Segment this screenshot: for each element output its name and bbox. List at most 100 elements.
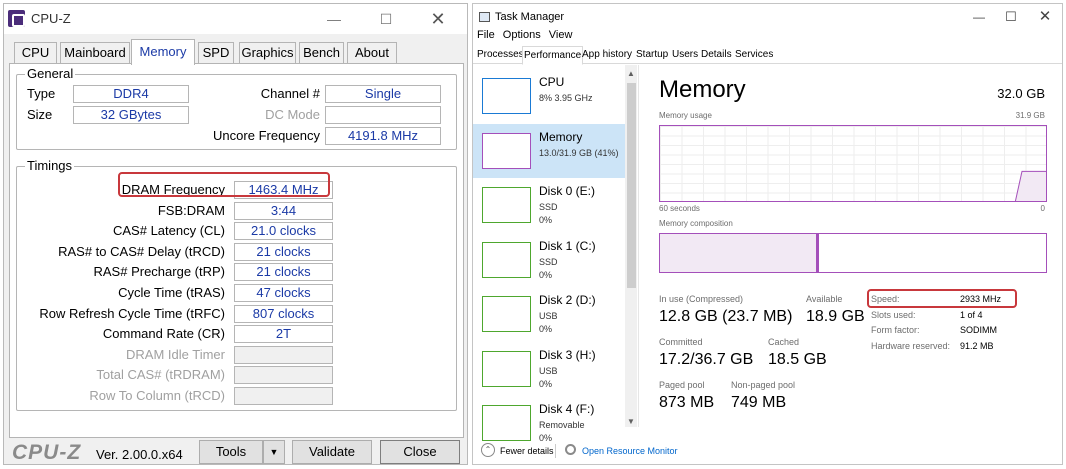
timing-value: 21 clocks bbox=[234, 263, 333, 282]
tab-about[interactable]: About bbox=[347, 42, 397, 64]
tab-graphics[interactable]: Graphics bbox=[239, 42, 296, 64]
sidebar-thumbnail bbox=[482, 296, 531, 332]
chevron-up-icon[interactable]: ⌃ bbox=[481, 443, 495, 457]
in-use-label: In use (Compressed) bbox=[659, 294, 744, 304]
composition-modified bbox=[817, 234, 819, 272]
size-label: Size bbox=[27, 107, 53, 122]
sidebar-thumbnail bbox=[482, 78, 531, 114]
detail-value: SODIMM bbox=[960, 325, 997, 335]
minimize-icon[interactable]: — bbox=[314, 8, 354, 30]
cached-label: Cached bbox=[768, 337, 800, 347]
timing-value: 807 clocks bbox=[234, 304, 333, 323]
close-button[interactable]: Close bbox=[380, 440, 460, 464]
close-icon[interactable]: ✕ bbox=[418, 8, 458, 30]
sidebar-thumbnail bbox=[482, 350, 531, 387]
sidebar-item[interactable]: Disk 2 (D:) USB 0% bbox=[473, 287, 625, 341]
sidebar-item-name: Memory bbox=[539, 129, 583, 144]
timing-label: DRAM Idle Timer bbox=[126, 346, 225, 362]
timing-label: Cycle Time (tRAS) bbox=[118, 285, 225, 300]
menu-options[interactable]: Options bbox=[503, 29, 541, 41]
sidebar-item-detail: USB bbox=[539, 311, 558, 321]
sidebar-item[interactable]: CPU 8% 3.95 GHz bbox=[473, 69, 625, 123]
menu-file[interactable]: File bbox=[477, 29, 495, 41]
speed-highlight bbox=[867, 289, 1017, 308]
sidebar-item[interactable]: Memory 13.0/31.9 GB (41%) bbox=[473, 123, 625, 178]
sidebar-item-detail: 8% 3.95 GHz bbox=[539, 93, 593, 103]
tab-details[interactable]: Details bbox=[701, 48, 732, 62]
memory-heading: Memory bbox=[659, 76, 746, 103]
dram-frequency-highlight bbox=[118, 172, 330, 197]
detail-value: 1 of 4 bbox=[960, 309, 983, 320]
tab-startup[interactable]: Startup bbox=[636, 48, 668, 62]
tab-users[interactable]: Users bbox=[672, 48, 698, 62]
fewer-details-link[interactable]: Fewer details bbox=[500, 446, 554, 456]
general-group-title: General bbox=[25, 66, 76, 81]
in-use-value: 12.8 GB (23.7 MB) bbox=[659, 308, 793, 325]
detail-value: 91.2 MB bbox=[960, 340, 994, 351]
cpuz-footer: CPU-Z Ver. 2.00.0.x64 Tools ▼ Validate C… bbox=[4, 438, 467, 464]
resource-monitor-icon bbox=[565, 444, 576, 455]
tab-performance[interactable]: Performance bbox=[522, 46, 584, 65]
non-paged-pool-label: Non-paged pool bbox=[731, 380, 796, 390]
non-paged-pool-value: 749 MB bbox=[731, 394, 787, 411]
tools-button[interactable]: Tools bbox=[199, 440, 263, 464]
tab-memory[interactable]: Memory bbox=[131, 39, 195, 65]
tab-cpu[interactable]: CPU bbox=[14, 42, 57, 64]
sidebar-item[interactable]: Disk 1 (C:) SSD 0% bbox=[473, 233, 625, 287]
tab-services[interactable]: Services bbox=[735, 48, 773, 62]
tab-app-history[interactable]: App history bbox=[582, 48, 632, 62]
channel-value: Single bbox=[325, 85, 441, 103]
committed-label: Committed bbox=[659, 337, 703, 347]
sidebar-item-name: Disk 2 (D:) bbox=[539, 293, 596, 307]
dc-mode-label: DC Mode bbox=[265, 107, 320, 122]
tools-dropdown-arrow[interactable]: ▼ bbox=[263, 440, 285, 464]
scroll-down-icon[interactable]: ▼ bbox=[625, 415, 637, 429]
sidebar-item-name: Disk 0 (E:) bbox=[539, 184, 596, 198]
type-value: DDR4 bbox=[73, 85, 189, 103]
uncore-frequency-label: Uncore Frequency bbox=[213, 128, 320, 143]
channel-label: Channel # bbox=[260, 86, 320, 101]
cpuz-window-title: CPU-Z bbox=[31, 11, 71, 26]
timing-label: FSB:DRAM bbox=[157, 202, 225, 218]
sidebar-item-percent: 0% bbox=[539, 215, 553, 225]
tab-processes[interactable]: Processes bbox=[477, 48, 524, 62]
sidebar-item-detail: Removable bbox=[539, 420, 585, 430]
tab-bench[interactable]: Bench bbox=[299, 42, 344, 64]
cpuz-window: CPU-Z — ☐ ✕ CPU Mainboard Memory SPD Gra… bbox=[3, 3, 468, 465]
sidebar-item[interactable]: Disk 0 (E:) SSD 0% bbox=[473, 178, 625, 232]
task-manager-app-icon bbox=[479, 12, 490, 22]
paged-pool-label: Paged pool bbox=[659, 380, 705, 390]
sidebar-item-name: Disk 4 (F:) bbox=[539, 402, 595, 416]
timing-label: Total CAS# (tRDRAM) bbox=[96, 367, 225, 383]
sidebar-item-detail: USB bbox=[539, 365, 558, 376]
sidebar-thumbnail bbox=[482, 405, 531, 441]
tm-close-icon[interactable]: ✕ bbox=[1025, 6, 1062, 28]
timing-value: 3:44 bbox=[234, 201, 333, 220]
scroll-up-icon[interactable]: ▲ bbox=[625, 67, 637, 81]
timing-value: 47 clocks bbox=[234, 284, 333, 302]
validate-button[interactable]: Validate bbox=[292, 440, 372, 464]
available-value: 18.9 GB bbox=[806, 308, 865, 325]
cpuz-app-icon bbox=[8, 10, 25, 27]
graph-time-right: 0 bbox=[1040, 204, 1045, 213]
dc-mode-value bbox=[325, 106, 441, 124]
sidebar-thumbnail bbox=[482, 132, 531, 169]
timing-value: 2T bbox=[234, 325, 333, 344]
tab-spd[interactable]: SPD bbox=[198, 42, 234, 64]
menu-view[interactable]: View bbox=[549, 29, 573, 41]
sidebar-item-percent: 0% bbox=[539, 269, 553, 280]
timing-label: Command Rate (CR) bbox=[102, 326, 225, 342]
tab-mainboard[interactable]: Mainboard bbox=[60, 42, 130, 64]
maximize-icon[interactable]: ☐ bbox=[366, 8, 406, 30]
committed-value: 17.2/36.7 GB bbox=[659, 351, 754, 368]
memory-usage-label: Memory usage bbox=[659, 111, 712, 120]
sidebar-item[interactable]: Disk 3 (H:) USB 0% bbox=[473, 342, 625, 396]
tm-tab-strip: Processes Performance App history Startu… bbox=[473, 46, 1062, 65]
timing-value bbox=[234, 387, 333, 405]
sidebar-item-name: Disk 3 (H:) bbox=[539, 347, 596, 362]
open-resource-monitor-link[interactable]: Open Resource Monitor bbox=[582, 446, 678, 456]
task-manager-window: Task Manager — ☐ ✕ File Options View Pro… bbox=[472, 3, 1063, 465]
cpuz-logo: CPU-Z bbox=[12, 441, 82, 464]
memory-usage-line bbox=[1014, 170, 1046, 201]
sidebar-scroll-thumb[interactable] bbox=[627, 83, 636, 288]
